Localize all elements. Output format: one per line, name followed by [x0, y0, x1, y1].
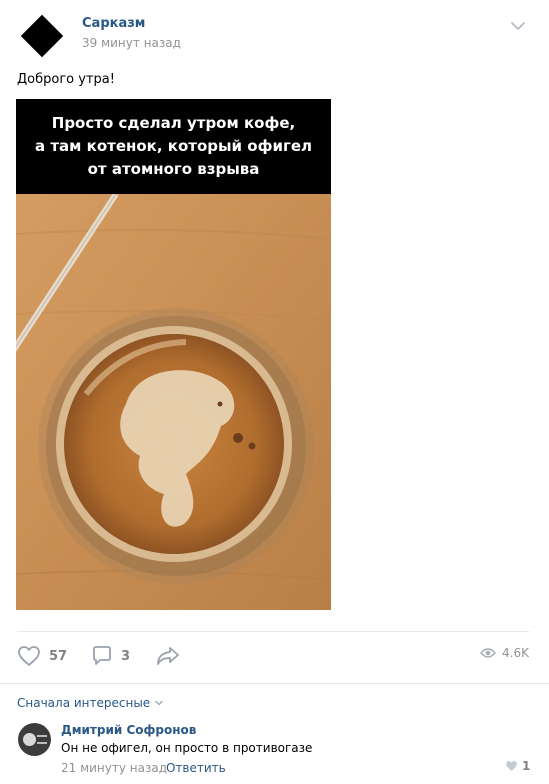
actions-divider	[17, 631, 529, 632]
post-menu-button[interactable]	[509, 18, 527, 32]
sort-label: Сначала интересные	[17, 696, 151, 710]
like-count: 57	[49, 648, 68, 664]
comment-time[interactable]: 21 минуту назад	[61, 761, 167, 775]
comment-like-count: 1	[522, 759, 531, 773]
post-photo[interactable]: Просто сделал утром кофе, а там котенок,…	[16, 99, 331, 610]
post-time[interactable]: 39 минут назад	[82, 36, 181, 50]
comment-author[interactable]: Дмитрий Софронов	[61, 723, 196, 737]
reply-link[interactable]: Ответить	[166, 761, 226, 775]
comments-divider	[0, 683, 549, 684]
post-text: Доброго утра!	[17, 72, 115, 87]
comment-text: Он не офигел, он просто в противогазе	[61, 741, 313, 755]
comment-button[interactable]: 3	[91, 644, 130, 668]
heart-icon	[506, 761, 517, 771]
comment-icon	[93, 646, 111, 665]
share-button[interactable]	[155, 644, 181, 668]
post-author[interactable]: Сарказм	[82, 16, 145, 31]
diamond-logo-icon	[20, 14, 64, 58]
like-button[interactable]: 57	[17, 644, 67, 668]
caption-line: Просто сделал утром кофе,	[51, 114, 296, 132]
comment-like-button[interactable]: 1	[505, 759, 530, 773]
views-counter: 4.6K	[480, 646, 529, 660]
comment-count: 3	[121, 648, 131, 664]
chevron-down-icon	[155, 700, 163, 706]
chevron-down-icon	[511, 22, 525, 30]
heart-icon	[18, 646, 40, 666]
comment-author-avatar[interactable]	[18, 723, 51, 756]
views-count: 4.6K	[502, 646, 529, 660]
share-icon	[157, 647, 179, 665]
coffee-cup-photo	[16, 194, 331, 610]
gas-mask-icon	[23, 733, 36, 746]
image-caption: Просто сделал утром кофе, а там котенок,…	[16, 99, 331, 194]
community-avatar[interactable]	[18, 12, 66, 60]
caption-line: от атомного взрыва	[87, 160, 260, 178]
caption-line: а там котенок, который офигел	[35, 137, 312, 155]
eye-icon	[480, 648, 496, 658]
logo-text-mark	[37, 735, 47, 744]
comments-sort-dropdown[interactable]: Сначала интересные	[17, 696, 164, 710]
wall-post: Сарказм 39 минут назад Доброго утра! Про…	[0, 0, 549, 784]
